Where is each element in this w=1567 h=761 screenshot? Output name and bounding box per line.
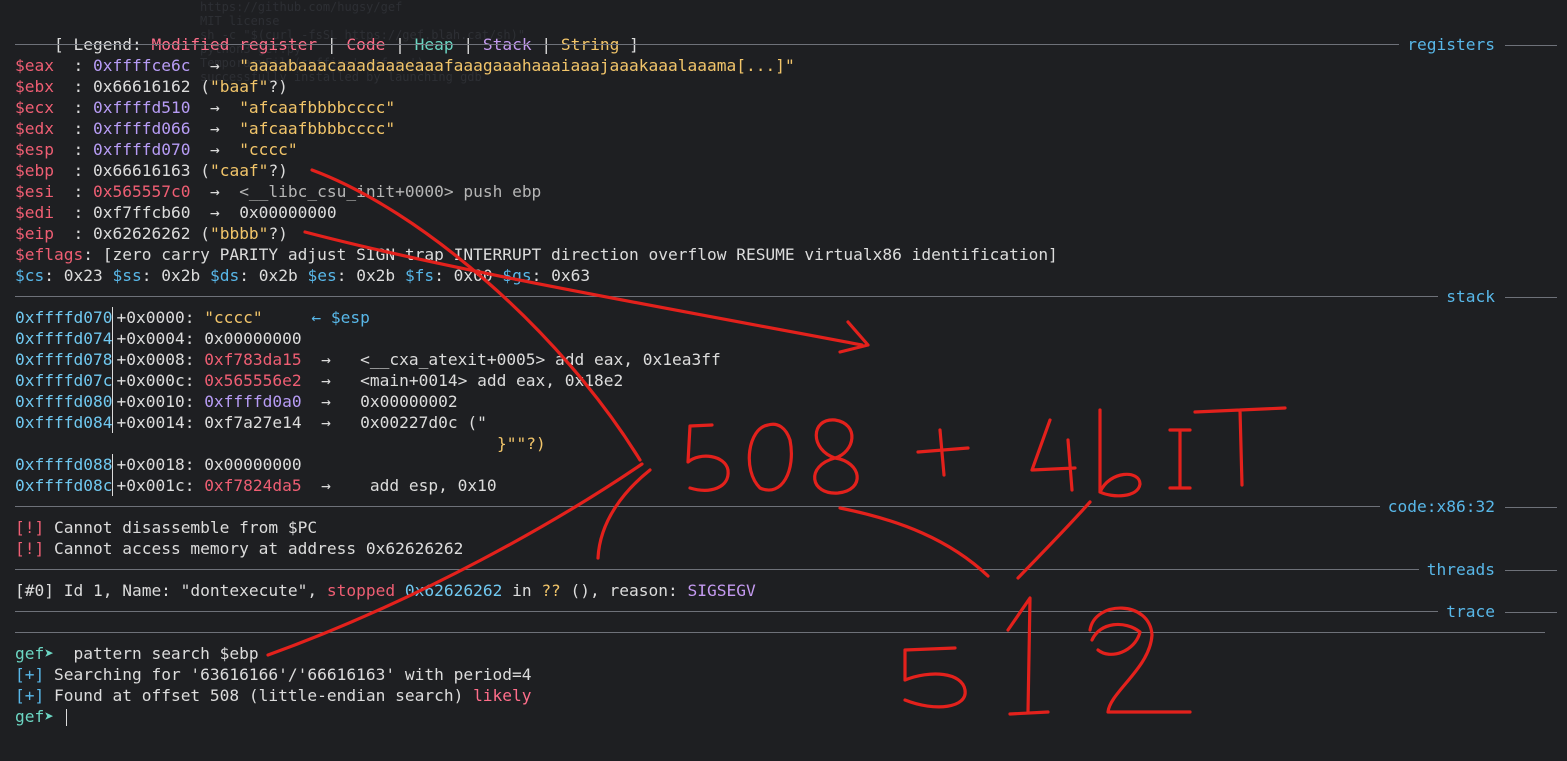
register-name: $edx xyxy=(15,119,64,138)
segment-register: $ds xyxy=(209,266,240,285)
stack-header: stack xyxy=(1438,286,1567,307)
stack-value: 0xf7824da5 xyxy=(204,476,302,495)
register-row: $esp : 0xffffd070 → "cccc" xyxy=(15,140,298,159)
stack-address: 0xffffd08c xyxy=(15,476,113,495)
register-value: 0xffffce6c xyxy=(92,56,191,75)
stack-address: 0xffffd078 xyxy=(15,350,113,369)
stack-value: 0xf7a27e14 xyxy=(204,413,302,432)
stack-row: 0xffffd074 +0x0004: 0x00000000 xyxy=(15,328,302,349)
thread-reason: SIGSEGV xyxy=(687,581,756,600)
segment-register: $fs xyxy=(404,266,435,285)
stack-address: 0xffffd07c xyxy=(15,371,113,390)
input-line[interactable]: gef➤ xyxy=(15,706,68,727)
register-value: 0x66616162 xyxy=(92,77,191,96)
text-cursor xyxy=(65,709,68,726)
stack-value: 0x00000000 xyxy=(204,329,302,348)
stack-row: 0xffffd084 +0x0014: 0xf7a27e14 → 0x00227d… xyxy=(15,412,487,433)
stack-row: 0xffffd088 +0x0018: 0x00000000 xyxy=(15,454,302,475)
stack-value: 0x565556e2 xyxy=(204,371,302,390)
trace-separator xyxy=(15,611,1545,612)
threads-header: threads xyxy=(1418,559,1567,580)
stack-value: 0xf783da15 xyxy=(204,350,302,369)
register-row: $edx : 0xffffd066 → "afcaafbbbbcccc" xyxy=(15,119,396,138)
stack-string-cont: }""?) xyxy=(497,434,546,453)
stack-address: 0xffffd070 xyxy=(15,308,113,327)
register-name: $esp xyxy=(15,140,64,159)
registers-separator xyxy=(15,44,1545,45)
trace-end-separator xyxy=(15,632,1545,633)
code-separator xyxy=(15,506,1545,507)
stack-value: "cccc" xyxy=(204,308,263,327)
register-value: 0x62626262 xyxy=(92,224,191,243)
register-value: 0xffffd070 xyxy=(92,140,191,159)
stack-separator xyxy=(15,296,1545,297)
register-name: $esi xyxy=(15,182,64,201)
register-name: $ecx xyxy=(15,98,64,117)
prompt: gef➤ xyxy=(15,644,64,663)
stack-address: 0xffffd088 xyxy=(15,455,113,474)
register-row: $esi : 0x565557c0 → <__libc_csu_init+000… xyxy=(15,182,542,201)
segment-register: $es xyxy=(307,266,337,285)
code-header: code:x86:32 xyxy=(1379,496,1567,517)
prompt: gef➤ xyxy=(15,707,64,726)
registers-header: registers xyxy=(1399,34,1567,55)
register-row: $edi : 0xf7ffcb60 → 0x00000000 xyxy=(15,203,337,222)
threads-separator xyxy=(15,569,1545,570)
register-value: 0xffffd510 xyxy=(92,98,191,117)
terminal[interactable]: [ Legend: Modified register | Code | Hea… xyxy=(0,0,1567,761)
segment-register: $gs xyxy=(502,266,532,285)
thread-line: [#0] Id 1, Name: "dontexecute", stopped … xyxy=(15,581,756,600)
register-name: $edi xyxy=(15,203,64,222)
register-row: $eax : 0xffffce6c → "aaaabaaacaaadaaaeaa… xyxy=(15,56,795,75)
result-line: [+] Searching for '63616166'/'66616163' … xyxy=(15,665,532,684)
stack-address: 0xffffd074 xyxy=(15,329,113,348)
code-msg: [!] Cannot disassemble from $PC xyxy=(15,518,318,537)
register-row: $ecx : 0xffffd510 → "afcaafbbbbcccc" xyxy=(15,98,396,117)
stack-address: 0xffffd084 xyxy=(15,413,113,432)
thread-state: stopped xyxy=(326,581,396,600)
register-name: $eip xyxy=(15,224,64,243)
stack-row: 0xffffd080 +0x0010: 0xffffd0a0 → 0x000000… xyxy=(15,391,458,412)
stack-value: 0xffffd0a0 xyxy=(204,392,302,411)
segments-line: $cs: 0x23 $ss: 0x2b $ds: 0x2b $es: 0x2b … xyxy=(15,266,591,285)
register-value: 0x66616163 xyxy=(92,161,191,180)
result-line: [+] Found at offset 508 (little-endian s… xyxy=(15,686,532,705)
command-text: pattern search $ebp xyxy=(63,644,259,663)
register-row: $ebx : 0x66616162 ("baaf"?) xyxy=(15,77,288,96)
register-value: 0xf7ffcb60 xyxy=(92,203,191,222)
segment-register: $ss xyxy=(112,266,142,285)
eflags-line: $eflags: [zero carry PARITY adjust SIGN … xyxy=(15,245,1058,264)
stack-row: 0xffffd08c +0x001c: 0xf7824da5 → add esp,… xyxy=(15,475,497,496)
legend: [ Legend: Modified register | Code | Hea… xyxy=(53,35,639,54)
trace-header: trace xyxy=(1438,601,1567,622)
command-line[interactable]: gef➤ pattern search $ebp xyxy=(15,643,259,664)
stack-row: 0xffffd070 +0x0000: "cccc" ← $esp xyxy=(15,307,370,328)
code-msg: [!] Cannot access memory at address 0x62… xyxy=(15,539,464,558)
register-row: $ebp : 0x66616163 ("caaf"?) xyxy=(15,161,288,180)
register-value: 0x565557c0 xyxy=(92,182,191,201)
stack-row: 0xffffd078 +0x0008: 0xf783da15 → <__cxa_a… xyxy=(15,349,721,370)
register-row: $eip : 0x62626262 ("bbbb"?) xyxy=(15,224,288,243)
register-name: $eax xyxy=(15,56,64,75)
register-name: $ebp xyxy=(15,161,64,180)
stack-address: 0xffffd080 xyxy=(15,392,113,411)
register-name: $ebx xyxy=(15,77,64,96)
stack-value: 0x00000000 xyxy=(204,455,302,474)
register-value: 0xffffd066 xyxy=(92,119,191,138)
stack-row: 0xffffd07c +0x000c: 0x565556e2 → <main+00… xyxy=(15,370,624,391)
segment-register: $cs xyxy=(15,266,45,285)
